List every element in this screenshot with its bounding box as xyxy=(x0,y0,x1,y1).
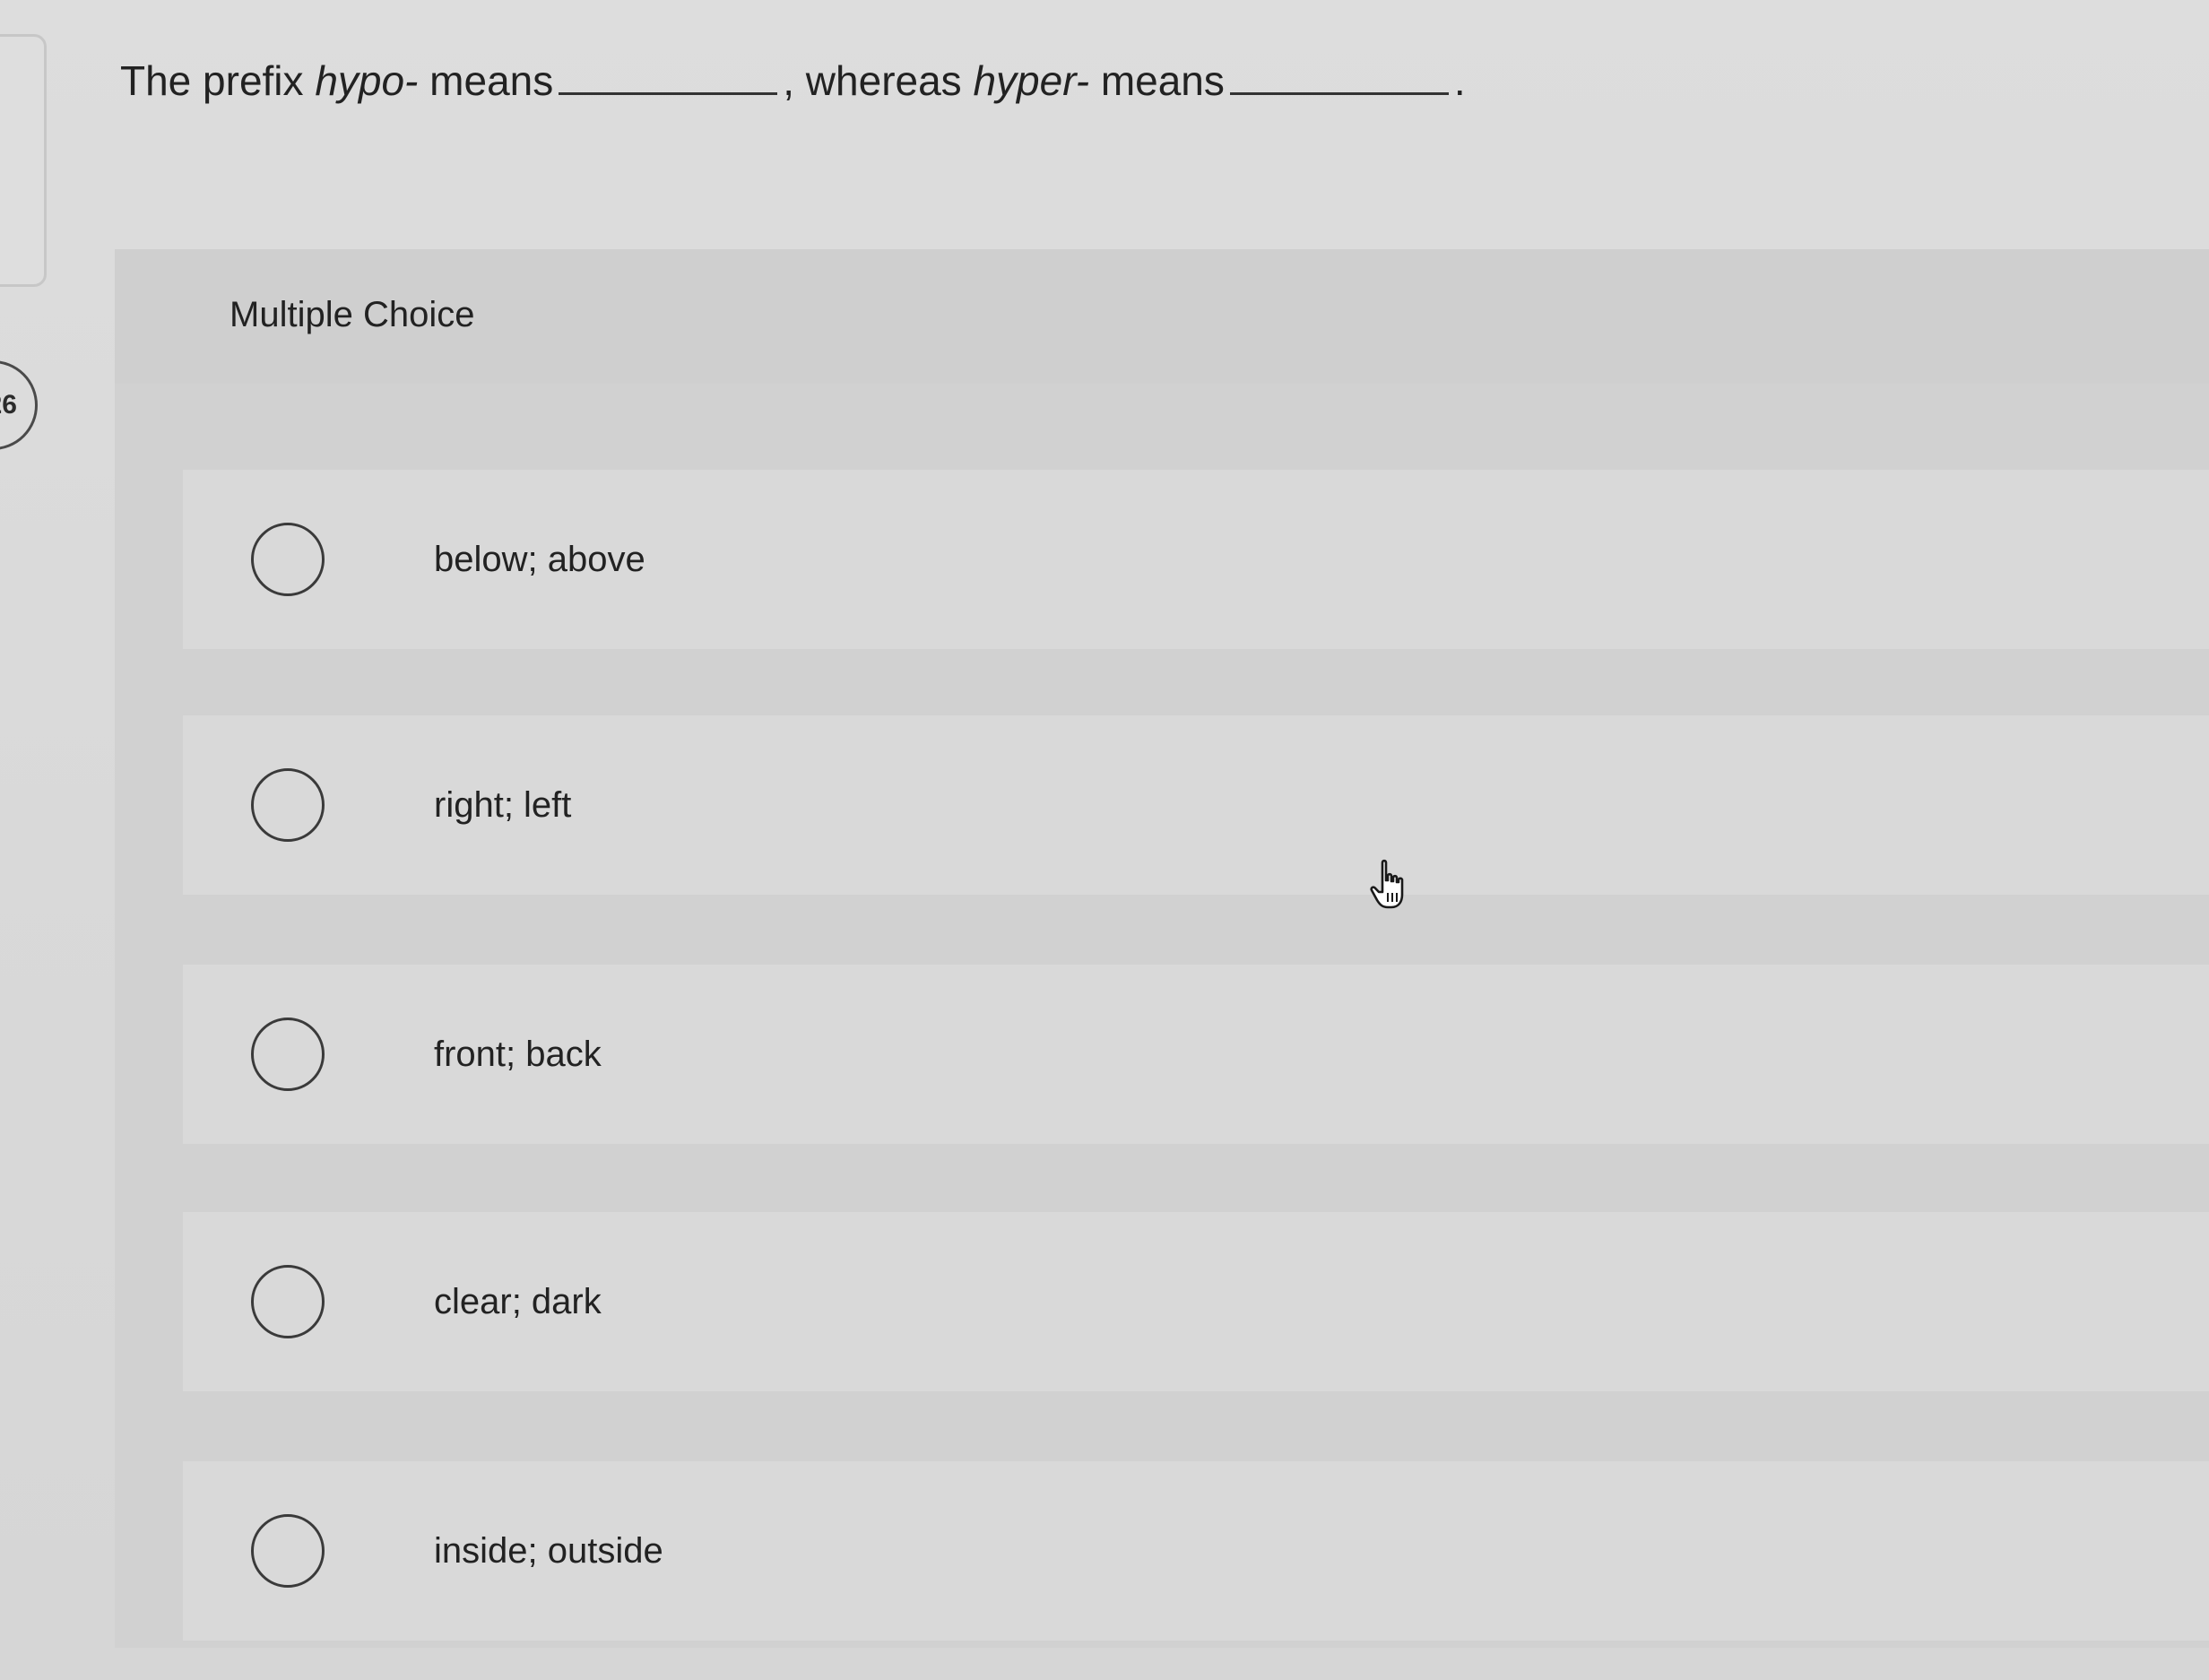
radio-button-icon[interactable] xyxy=(251,1018,325,1091)
question-number-badge[interactable]: 26 xyxy=(0,360,38,450)
answer-option-5[interactable]: inside; outside xyxy=(183,1461,2209,1641)
answer-option-2[interactable]: right; left xyxy=(183,715,2209,895)
question-text-part3: , whereas xyxy=(783,57,962,104)
question-number-text: 26 xyxy=(0,390,17,420)
question-text-part5: . xyxy=(1453,57,1466,104)
answer-type-header: Multiple Choice xyxy=(115,249,2209,384)
question-term-hyper: hyper- xyxy=(973,57,1090,104)
question-text-part4: means xyxy=(1100,57,1225,104)
answer-option-4[interactable]: clear; dark xyxy=(183,1212,2209,1391)
answer-panel: Multiple Choice below; above right; left… xyxy=(115,249,2209,1648)
radio-button-icon[interactable] xyxy=(251,523,325,596)
side-panel-edge xyxy=(0,34,47,287)
blank-line-1 xyxy=(559,92,778,95)
radio-button-icon[interactable] xyxy=(251,1514,325,1588)
question-prompt: The prefix hypo- means , whereas hyper- m… xyxy=(120,54,1466,108)
answer-option-label: right; left xyxy=(434,785,572,825)
radio-button-icon[interactable] xyxy=(251,768,325,842)
hand-pointer-icon xyxy=(1370,859,1404,909)
question-text-part1: The prefix xyxy=(120,57,304,104)
question-term-hypo: hypo- xyxy=(315,57,419,104)
answer-option-1[interactable]: below; above xyxy=(183,470,2209,649)
answer-option-label: front; back xyxy=(434,1035,602,1074)
blank-line-2 xyxy=(1229,92,1449,95)
answer-type-label: Multiple Choice xyxy=(230,295,475,334)
answer-option-label: clear; dark xyxy=(434,1282,602,1321)
question-text-part2: means xyxy=(429,57,554,104)
answer-option-3[interactable]: front; back xyxy=(183,965,2209,1144)
answer-option-label: inside; outside xyxy=(434,1531,663,1571)
answer-option-label: below; above xyxy=(434,540,645,579)
radio-button-icon[interactable] xyxy=(251,1265,325,1338)
